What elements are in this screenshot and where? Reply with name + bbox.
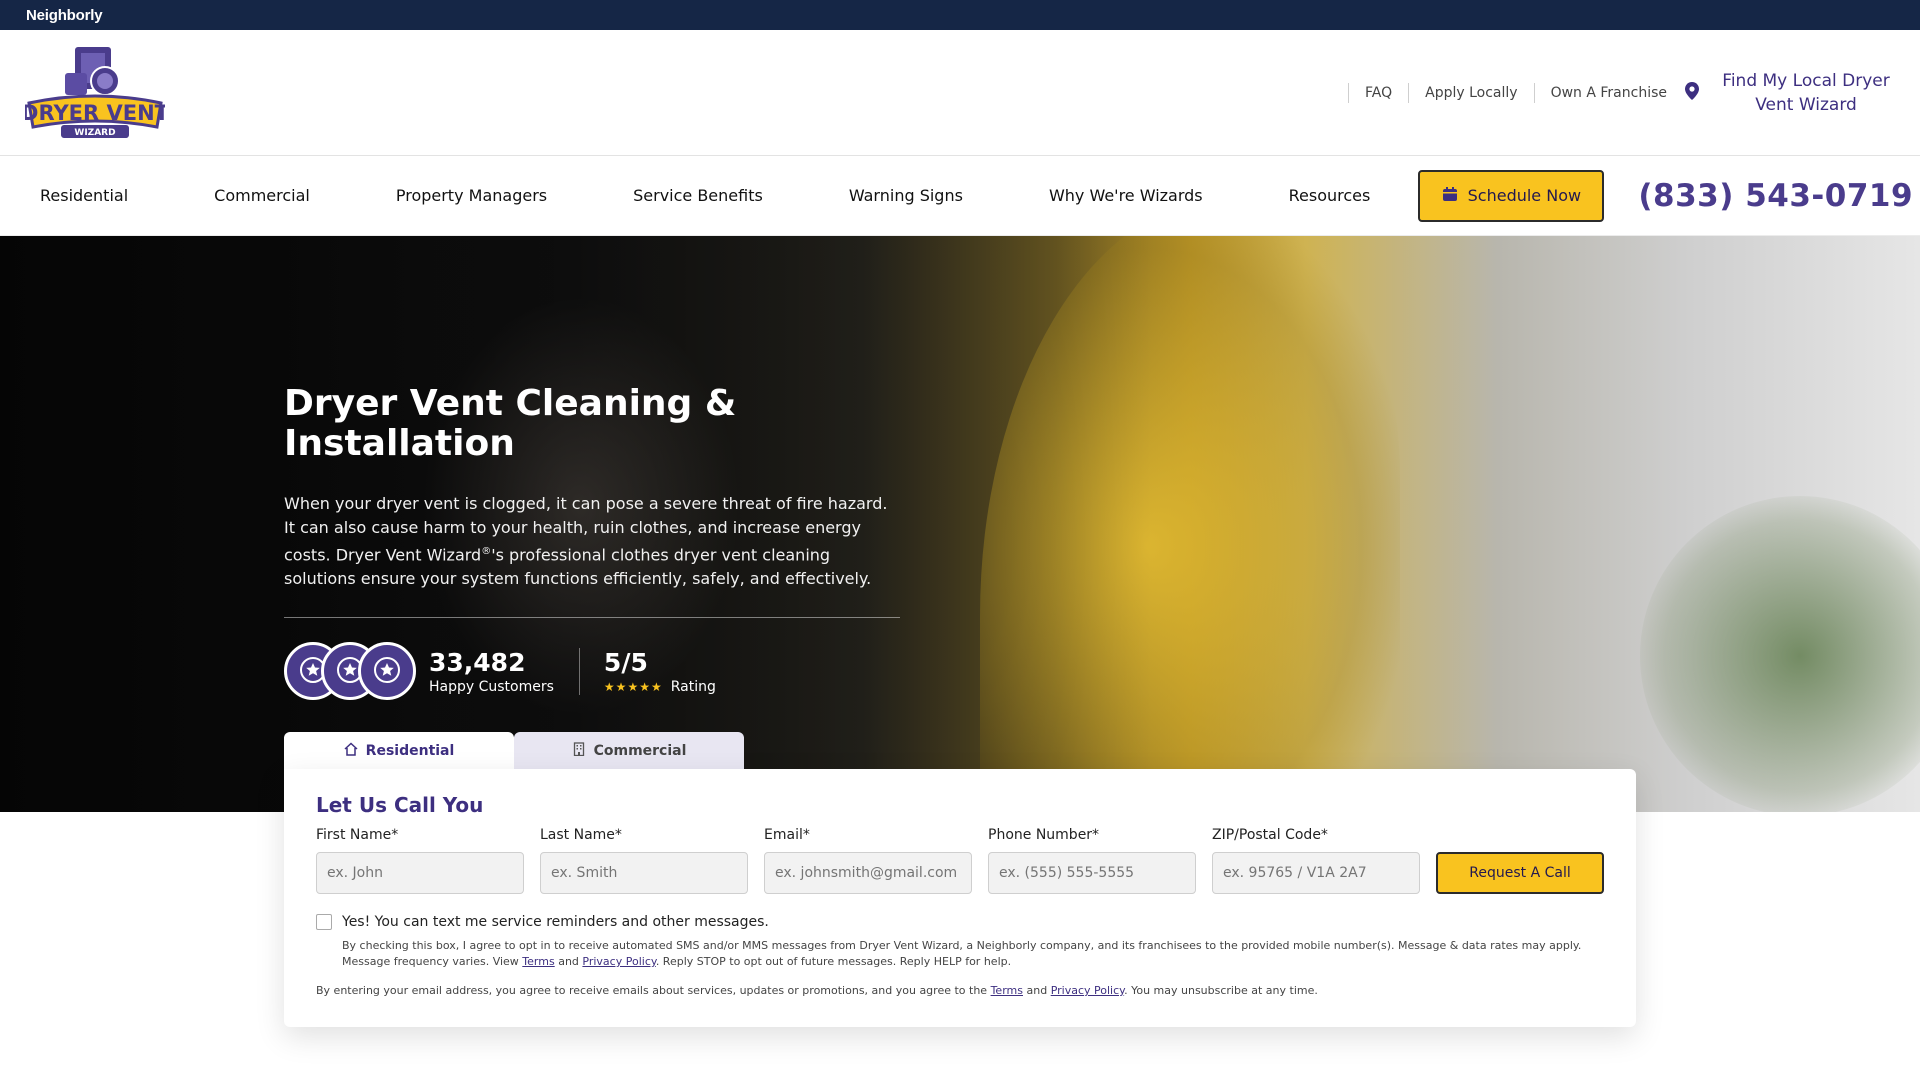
form-title: Let Us Call You [316,793,484,817]
nav-why-were-wizards[interactable]: Why We're Wizards [1049,186,1203,205]
rating-stat: 5/5 ★★★★★ Rating [604,648,716,695]
sms-consent-label: Yes! You can text me service reminders a… [342,914,769,930]
own-a-franchise-link[interactable]: Own A Franchise [1551,85,1667,101]
hero-title: Dryer Vent Cleaning & Installation [284,383,737,464]
nav-property-managers[interactable]: Property Managers [396,186,547,205]
review-badges [284,642,420,701]
nav-residential[interactable]: Residential [40,186,128,205]
form-fields: First Name* Last Name* Email* Phone Numb… [316,827,1604,894]
tab-residential[interactable]: Residential [284,732,514,770]
tab-commercial[interactable]: Commercial [514,732,744,770]
utility-nav: FAQ Apply Locally Own A Franchise Find M… [1332,69,1895,117]
hero-stats: 33,482 Happy Customers 5/5 ★★★★★ Rating [284,642,900,701]
faq-link[interactable]: FAQ [1365,85,1392,101]
hero-description: When your dryer vent is clogged, it can … [284,494,888,589]
schedule-now-button[interactable]: Schedule Now [1418,169,1605,222]
customers-count: 33,482 [429,647,526,677]
schedule-now-label: Schedule Now [1467,186,1582,205]
dryer-vent-wizard-logo[interactable]: DRYER VENT WIZARD [21,45,170,141]
hero-content: Dryer Vent Cleaning & Installation When … [284,383,900,701]
location-pin-icon [1685,81,1699,104]
neighborly-topbar: Neighborly [0,0,1920,30]
sms-disclaimer: By checking this box, I agree to opt in … [342,939,1582,968]
form-tabs: Residential Commercial [284,732,744,770]
phone-field[interactable] [988,852,1196,894]
site-header: DRYER VENT WIZARD FAQ Apply Locally Own … [0,30,1920,156]
phone-label: Phone Number* [988,827,1100,843]
rating-label: Rating [670,678,716,695]
svg-text:WIZARD: WIZARD [74,128,115,138]
sms-consent: Yes! You can text me service reminders a… [316,914,1604,930]
first-name-field[interactable] [316,852,524,894]
calendar-icon [1442,186,1458,206]
svg-text:DRYER VENT: DRYER VENT [25,101,165,125]
privacy-policy-link[interactable]: Privacy Policy [582,955,655,968]
main-nav: Residential Commercial Property Managers… [0,156,1920,236]
last-name-field[interactable] [540,852,748,894]
rating-stars-icon: ★★★★★ [603,679,663,694]
phone-number[interactable]: (833) 543-0719 [1638,178,1913,214]
first-name-label: First Name* [316,827,399,843]
last-name-label: Last Name* [540,827,622,843]
email-disclaimer: By entering your email address, you agre… [316,984,1318,997]
divider [1348,82,1349,103]
terms-link[interactable]: Terms [991,984,1023,997]
sms-consent-checkbox[interactable] [316,914,332,930]
customers-label: Happy Customers [429,678,554,695]
email-label: Email* [764,827,810,843]
hero-divider [284,617,900,619]
nav-resources[interactable]: Resources [1289,186,1371,205]
building-icon [572,742,586,760]
nav-warning-signs[interactable]: Warning Signs [849,186,963,205]
privacy-policy-link[interactable]: Privacy Policy [1051,984,1124,997]
find-local-link[interactable]: Find My Local Dryer Vent Wizard [1717,69,1895,117]
zip-label: ZIP/Postal Code* [1212,827,1328,843]
nav-service-benefits[interactable]: Service Benefits [633,186,763,205]
nav-commercial[interactable]: Commercial [214,186,310,205]
email-field[interactable] [764,852,972,894]
call-request-form: Let Us Call You First Name* Last Name* E… [284,769,1636,1027]
neighborly-logo[interactable]: Neighborly [26,7,103,24]
terms-link[interactable]: Terms [522,955,554,968]
zip-field[interactable] [1212,852,1420,894]
divider [1533,82,1535,103]
request-call-button[interactable]: Request A Call [1436,852,1604,894]
customers-stat: 33,482 Happy Customers [429,647,580,695]
rating-value: 5/5 [603,647,648,677]
star-badge-icon [358,642,416,701]
home-icon [344,742,358,760]
apply-locally-link[interactable]: Apply Locally [1425,85,1517,101]
divider [1408,82,1410,103]
